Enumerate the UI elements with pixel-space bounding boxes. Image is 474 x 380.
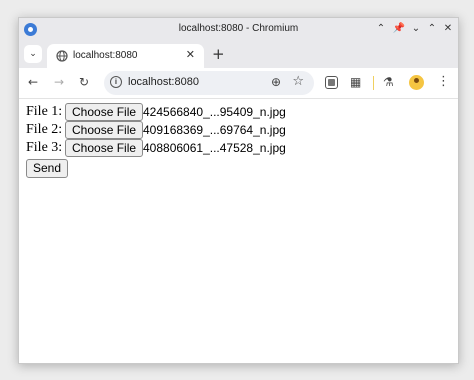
back-arrow-icon[interactable]: ← xyxy=(28,75,38,89)
file-2-choose-button[interactable]: Choose File xyxy=(65,121,144,139)
bookmark-star-icon[interactable]: ☆ xyxy=(292,74,304,89)
file-3-choose-button[interactable]: Choose File xyxy=(65,139,144,157)
tab-close-icon[interactable]: ✕ xyxy=(186,48,195,61)
kebab-menu-icon[interactable]: ⋮ xyxy=(437,74,450,89)
file-2-filename: 409168369_...69764_n.jpg xyxy=(143,123,286,137)
file-3-label: File 3: xyxy=(26,140,63,155)
tab-localhost[interactable]: localhost:8080 ✕ xyxy=(47,44,204,68)
close-icon[interactable]: ✕ xyxy=(441,22,455,36)
minimize-chevron-down-icon[interactable]: ⌄ xyxy=(409,22,423,36)
file-1-label: File 1: xyxy=(26,104,63,119)
file-1-filename: 424566840_...95409_n.jpg xyxy=(143,105,286,119)
forward-arrow-icon[interactable]: → xyxy=(54,75,64,89)
title-bar: localhost:8080 - Chromium ⌃ 📌 ⌄ ⌃ ✕ xyxy=(19,18,458,42)
zoom-icon[interactable]: ⊕ xyxy=(271,75,281,89)
browser-window: localhost:8080 - Chromium ⌃ 📌 ⌄ ⌃ ✕ ⌄ lo… xyxy=(18,17,459,364)
toolbar-divider xyxy=(373,76,374,90)
navigation-toolbar: ← → ↻ i localhost:8080 ⊕ ☆ ▦ ⚗ ⋮ xyxy=(19,68,458,99)
profile-avatar-icon[interactable] xyxy=(409,75,424,90)
file-2-label: File 2: xyxy=(26,122,63,137)
site-info-icon[interactable]: i xyxy=(110,76,122,88)
tab-title: localhost:8080 xyxy=(73,50,138,61)
file-1-choose-button[interactable]: Choose File xyxy=(65,103,144,121)
tab-bar: ⌄ localhost:8080 ✕ + xyxy=(19,42,458,68)
tab-search-chevron-down-icon[interactable]: ⌄ xyxy=(24,45,42,63)
globe-icon xyxy=(56,50,68,62)
reload-icon[interactable]: ↻ xyxy=(79,75,89,89)
file-3-filename: 408806061_...47528_n.jpg xyxy=(143,141,286,155)
maximize-chevron-up-icon[interactable]: ⌃ xyxy=(425,22,439,36)
double-chevron-up-icon[interactable]: ⌃ xyxy=(374,22,388,36)
extension-square-icon[interactable] xyxy=(325,76,338,89)
flask-labs-icon[interactable]: ⚗ xyxy=(383,75,397,89)
send-button[interactable]: Send xyxy=(26,159,69,178)
address-url[interactable]: localhost:8080 xyxy=(128,76,199,88)
puzzle-extensions-icon[interactable]: ▦ xyxy=(350,75,364,89)
pin-icon[interactable]: 📌 xyxy=(392,22,406,36)
address-bar[interactable]: i localhost:8080 ⊕ ☆ xyxy=(104,71,314,95)
new-tab-plus-icon[interactable]: + xyxy=(212,45,225,63)
page-content: File 1: Choose File 424566840_...95409_n… xyxy=(19,99,458,363)
